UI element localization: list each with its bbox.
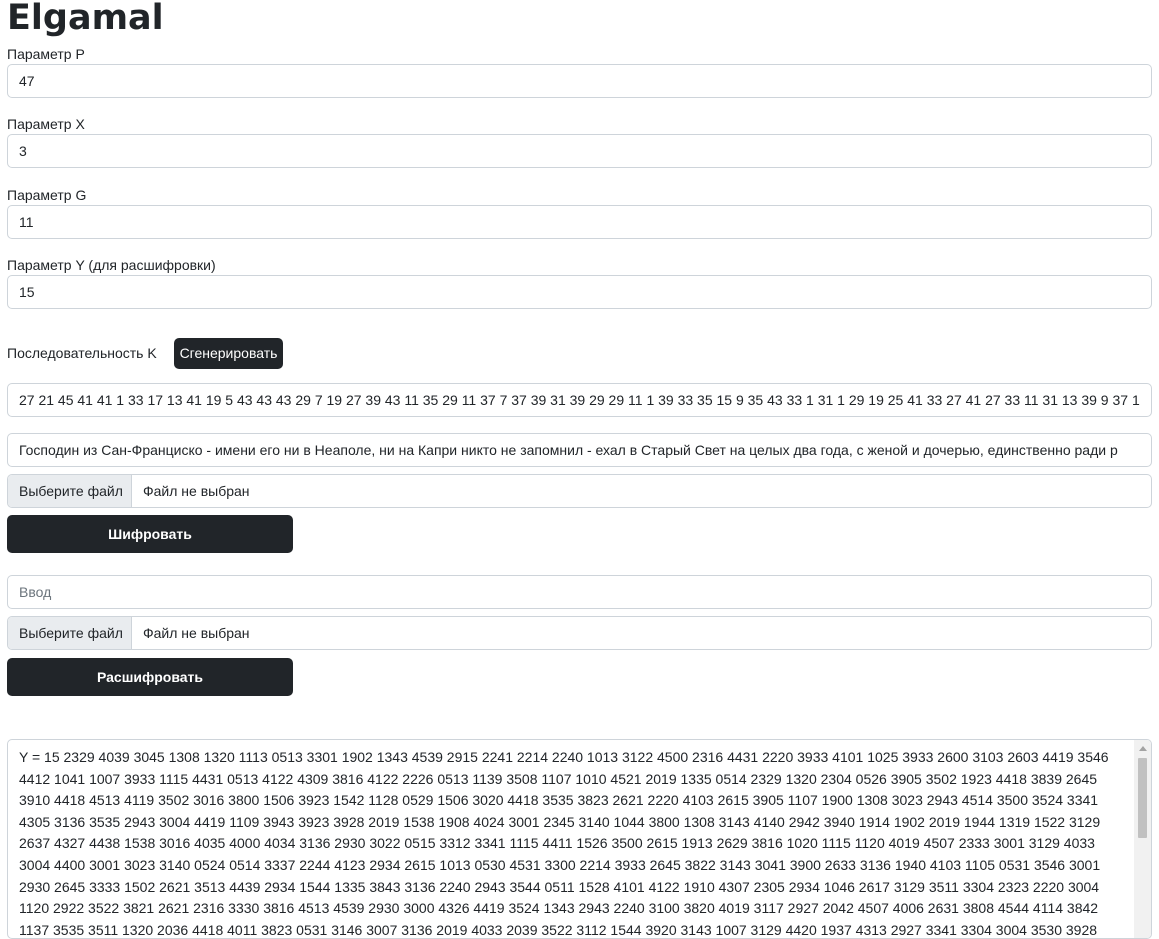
encrypt-button[interactable]: Шифровать [7,515,293,553]
param-g-input[interactable]: 11 [7,205,1152,239]
encrypt-file-input[interactable]: Выберите файл Файл не выбран [7,474,1152,508]
decrypt-choose-file-button[interactable]: Выберите файл [8,617,132,649]
decrypt-input[interactable]: Ввод [7,575,1152,609]
param-p-input[interactable]: 47 [7,64,1152,98]
param-x-input[interactable]: 3 [7,134,1152,168]
decrypt-file-input[interactable]: Выберите файл Файл не выбран [7,616,1152,650]
output-scrollbar[interactable] [1134,740,1151,938]
param-y-label: Параметр Y (для расшифровки) [7,257,216,273]
scroll-thumb[interactable] [1138,758,1147,838]
page-title: Elgamal [7,0,164,38]
generate-button[interactable]: Сгенерировать [174,338,283,369]
param-g-label: Параметр G [7,187,87,203]
decrypt-button[interactable]: Расшифровать [7,658,293,696]
output-text: Y = 15 2329 4039 3045 1308 1320 1113 051… [19,749,1109,938]
plaintext-input[interactable]: Господин из Сан-Франциско - имени его ни… [7,433,1152,467]
encrypt-choose-file-button[interactable]: Выберите файл [8,475,132,507]
sequence-k-input[interactable]: 27 21 45 41 41 1 33 17 13 41 19 5 43 43 … [7,383,1152,417]
param-y-input[interactable]: 15 [7,275,1152,309]
decrypt-file-status: Файл не выбран [143,625,250,641]
scroll-up-arrow-icon[interactable] [1139,746,1147,751]
encrypt-file-status: Файл не выбран [143,483,250,499]
param-p-label: Параметр P [7,46,85,62]
sequence-k-label: Последовательность K [7,345,157,361]
output-textarea[interactable]: Y = 15 2329 4039 3045 1308 1320 1113 051… [7,739,1152,939]
param-x-label: Параметр X [7,116,85,132]
